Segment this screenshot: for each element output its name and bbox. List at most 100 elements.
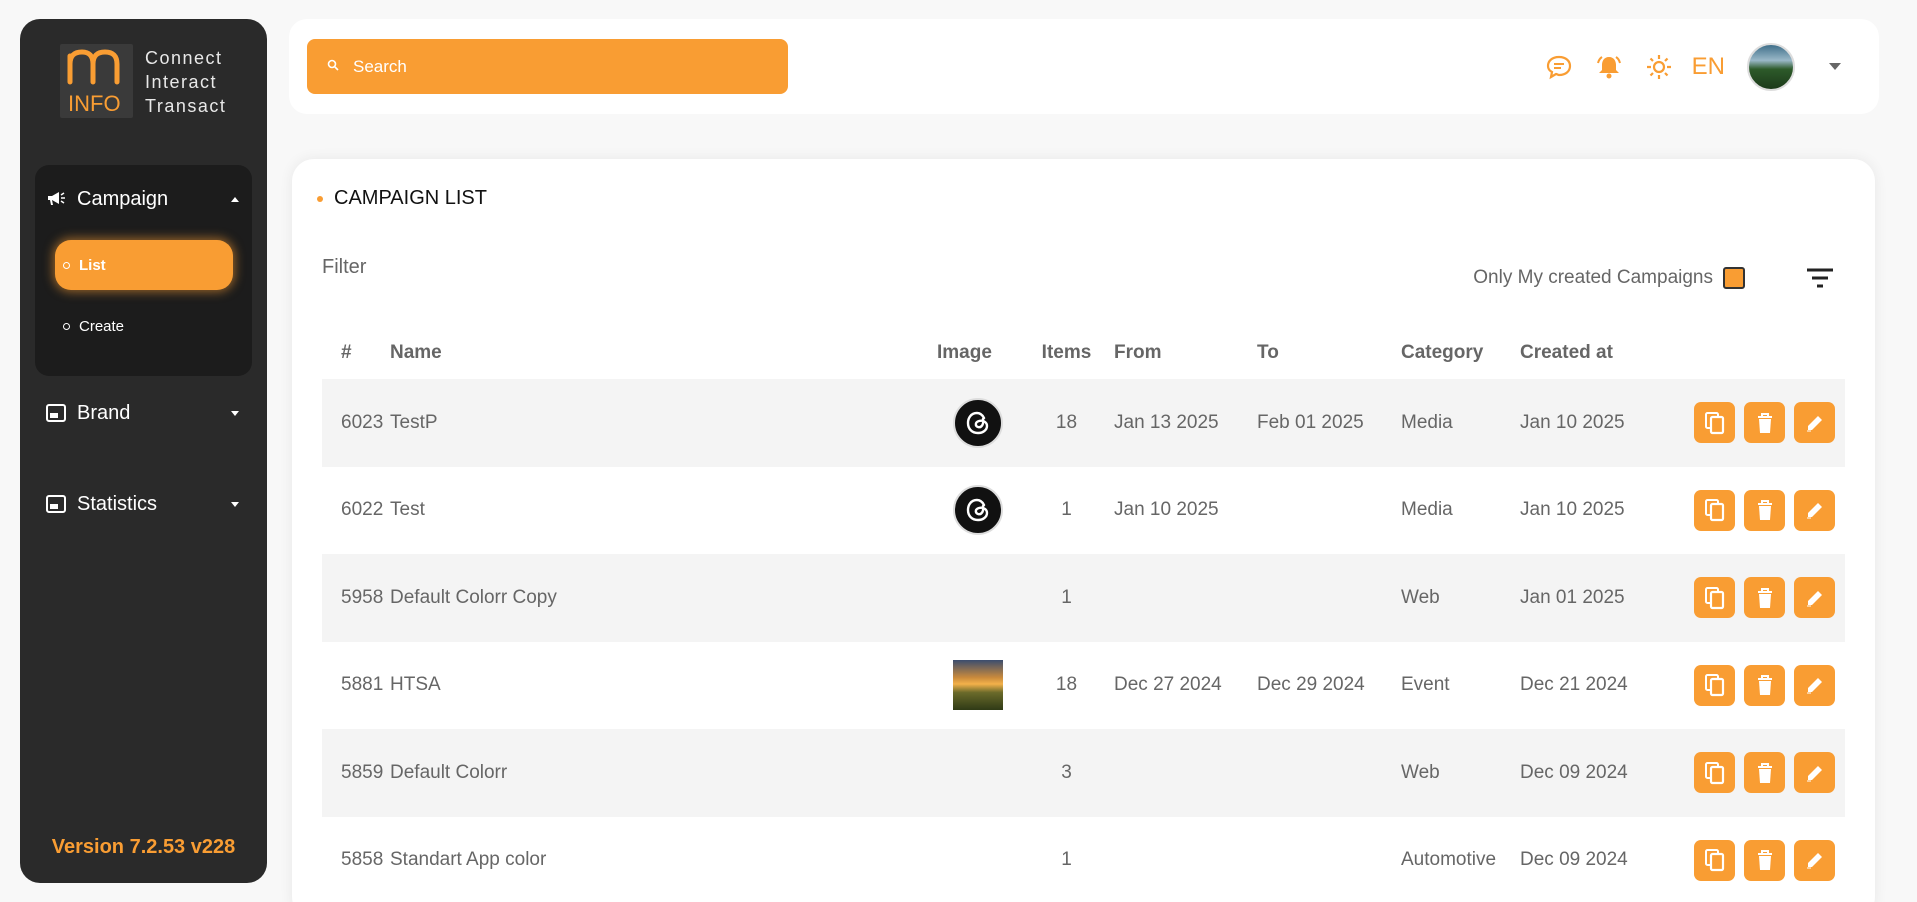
only-mine-label: Only My created Campaigns <box>1473 267 1713 288</box>
threads-logo-thumbnail <box>953 397 1003 448</box>
cell-name: Default Colorr <box>390 729 937 817</box>
filter-icon[interactable] <box>1805 266 1835 290</box>
copy-button[interactable] <box>1694 664 1735 706</box>
cell-from <box>1114 817 1257 902</box>
column-header-id[interactable]: # <box>322 327 390 379</box>
cell-image <box>937 467 1019 555</box>
cell-created-at: Dec 09 2024 <box>1520 729 1674 817</box>
cell-created-at: Dec 09 2024 <box>1520 849 1628 871</box>
sidebar-item-campaign[interactable]: Campaign <box>45 179 245 219</box>
cell-from: Jan 13 2025 <box>1114 379 1257 467</box>
delete-button[interactable] <box>1744 752 1785 794</box>
copy-icon <box>1704 498 1726 522</box>
nav-group-campaign: Campaign List Create <box>35 165 252 376</box>
page-title: CAMPAIGN LIST <box>317 187 487 210</box>
filter-label: Filter <box>322 256 367 278</box>
logo-tagline: Connect Interact Transact <box>145 48 227 116</box>
delete-button[interactable] <box>1744 577 1785 619</box>
table-row[interactable]: 6023 TestP 18 Jan 13 2025 Feb 01 2025 Media Ja… <box>322 379 1845 467</box>
edit-button[interactable] <box>1794 577 1835 619</box>
copy-button[interactable] <box>1694 489 1735 531</box>
table-row[interactable]: 5858 Standart App color 1 Automotive Dec 09 … <box>322 817 1845 902</box>
column-header-from[interactable]: From <box>1114 327 1257 379</box>
edit-button[interactable] <box>1794 489 1835 531</box>
table-row[interactable]: 6022 Test 1 Jan 10 2025 Media Jan 10 2025 <box>322 467 1845 555</box>
delete-button[interactable] <box>1744 402 1785 444</box>
only-mine-checkbox[interactable] <box>1723 267 1745 289</box>
copy-button[interactable] <box>1694 839 1735 881</box>
campaign-table: # Name Image Items From To Category Crea… <box>322 327 1845 902</box>
column-header-items[interactable]: Items <box>1019 327 1114 379</box>
table-row[interactable]: 5881 HTSA 18 Dec 27 2024 Dec 29 2024 Event Dec… <box>322 642 1845 730</box>
cell-id: 5881 <box>341 674 384 696</box>
cell-to: Feb 01 2025 <box>1257 379 1401 467</box>
threads-logo-thumbnail <box>953 485 1003 536</box>
copy-icon <box>1704 586 1726 610</box>
column-header-name[interactable]: Name <box>390 327 937 379</box>
chevron-up-icon <box>231 196 239 202</box>
trash-icon <box>1756 499 1774 521</box>
cell-created-at: Dec 21 2024 <box>1520 674 1628 696</box>
cell-actions <box>1674 642 1845 730</box>
search-input[interactable] <box>353 56 753 77</box>
language-selector[interactable]: EN <box>1692 53 1725 81</box>
title-bullet <box>317 195 323 202</box>
column-header-to[interactable]: To <box>1257 327 1401 379</box>
cell-category: Event <box>1401 642 1520 730</box>
edit-button[interactable] <box>1794 402 1835 444</box>
sidebar-subitem-list[interactable]: List <box>55 240 233 290</box>
only-mine-toggle[interactable]: Only My created Campaigns <box>1473 267 1745 289</box>
sun-icon[interactable] <box>1642 50 1676 84</box>
delete-button[interactable] <box>1744 839 1785 881</box>
edit-icon <box>1805 500 1825 520</box>
cell-items: 1 <box>1019 554 1114 642</box>
table-row[interactable]: 5859 Default Colorr 3 Web Dec 09 2024 <box>322 729 1845 817</box>
edit-button[interactable] <box>1794 664 1835 706</box>
page-title-text: CAMPAIGN LIST <box>334 187 487 209</box>
table-row[interactable]: 5958 Default Colorr Copy 1 Web Jan 01 2025 <box>322 554 1845 642</box>
copy-icon <box>1704 673 1726 697</box>
cell-to <box>1257 729 1401 817</box>
cell-actions <box>1674 554 1845 642</box>
search-bar[interactable] <box>307 39 788 94</box>
sidebar-item-brand[interactable]: Brand <box>45 393 245 433</box>
edit-icon <box>1805 675 1825 695</box>
cell-name: Default Colorr Copy <box>390 554 937 642</box>
cell-items: 3 <box>1019 729 1114 817</box>
column-header-image[interactable]: Image <box>937 327 1019 379</box>
sidebar-subitem-label: Create <box>79 317 125 335</box>
header-actions: EN <box>1526 39 1841 94</box>
avatar[interactable] <box>1747 42 1795 91</box>
delete-button[interactable] <box>1744 489 1785 531</box>
sidebar-item-statistics[interactable]: Statistics <box>45 484 245 524</box>
sidebar-subitem-create[interactable]: Create <box>55 301 233 351</box>
copy-button[interactable] <box>1694 402 1735 444</box>
search-icon <box>327 58 339 76</box>
logo[interactable]: INFO Connect Interact Transact <box>60 44 240 124</box>
edit-button[interactable] <box>1794 839 1835 881</box>
cell-category: Web <box>1401 729 1520 817</box>
cell-items: 1 <box>1061 849 1072 871</box>
circle-icon <box>63 261 70 269</box>
cell-image <box>937 817 1019 902</box>
column-header-category[interactable]: Category <box>1401 327 1520 379</box>
chevron-down-icon[interactable] <box>1829 63 1841 70</box>
campaign-thumbnail <box>953 660 1003 711</box>
copy-button[interactable] <box>1694 752 1735 794</box>
copy-button[interactable] <box>1694 577 1735 619</box>
trash-icon <box>1756 412 1774 434</box>
cell-actions <box>1674 467 1845 555</box>
picture-in-picture-icon <box>45 493 67 515</box>
sidebar-item-label: Statistics <box>77 492 158 515</box>
sidebar-item-label: Campaign <box>77 187 169 210</box>
edit-button[interactable] <box>1794 752 1835 794</box>
cell-category-text: Event <box>1401 674 1450 696</box>
chat-icon[interactable] <box>1542 50 1576 84</box>
bell-icon[interactable] <box>1592 50 1626 84</box>
delete-button[interactable] <box>1744 664 1785 706</box>
cell-from <box>1114 729 1257 817</box>
trash-icon <box>1756 849 1774 871</box>
column-header-created-at[interactable]: Created at <box>1520 327 1674 379</box>
cell-from <box>1114 554 1257 642</box>
cell-image <box>937 642 1019 730</box>
